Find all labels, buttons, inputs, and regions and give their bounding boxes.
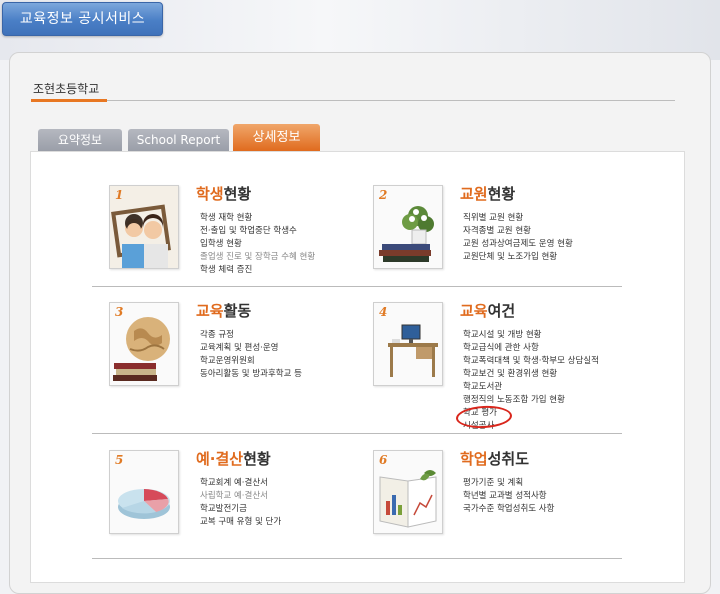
list-item[interactable]: 학교폭력대책 및 학생·학부모 상담실적 — [463, 355, 599, 368]
list-item[interactable]: 학교시설 및 개방 현황 — [463, 329, 599, 342]
list-item[interactable]: 각종 규정 — [200, 329, 302, 342]
section-title-highlight: 교육 — [196, 302, 224, 320]
list-item[interactable]: 학생 재학 현황 — [200, 212, 315, 225]
list-item[interactable]: 학교운영위원회 — [200, 355, 302, 368]
section-list-education-activity: 각종 규정 교육계획 및 편성·운영 학교운영위원회 동아리활동 및 방과후학교… — [200, 329, 302, 381]
globe-icon: 3 — [109, 302, 179, 386]
list-item[interactable]: 전·출입 및 학업중단 학생수 — [200, 225, 315, 238]
service-title-button[interactable]: 교육정보 공시서비스 — [2, 2, 163, 36]
section-number: 4 — [379, 305, 388, 319]
list-item[interactable]: 행정직의 노동조합 가입 현황 — [463, 394, 599, 407]
list-item[interactable]: 교복 구매 유형 및 단가 — [200, 516, 281, 529]
section-number: 5 — [115, 453, 124, 467]
section-title-highlight: 교원 — [460, 185, 488, 203]
book-chart-icon: 6 — [373, 450, 443, 534]
list-item[interactable]: 사립학교 예·결산서 — [200, 490, 281, 503]
section-title-rest: 현황 — [223, 185, 252, 203]
section-title-rest: 성취도 — [487, 450, 530, 468]
section-title-highlight: 교육 — [460, 302, 488, 320]
section-title-education-condition[interactable]: 교육여건 — [460, 300, 515, 321]
list-item[interactable]: 학교회계 예·결산서 — [200, 477, 281, 490]
section-title-teacher[interactable]: 교원현황 — [460, 183, 515, 204]
list-item[interactable]: 학교보건 및 환경위생 현황 — [463, 368, 599, 381]
list-item[interactable]: 시설공사 — [463, 420, 599, 433]
tab-school-report[interactable]: School Report — [128, 129, 229, 151]
section-title-highlight: 예·결산 — [196, 450, 244, 468]
list-item[interactable]: 평가기준 및 계획 — [463, 477, 554, 490]
section-number: 2 — [379, 188, 388, 202]
list-item[interactable]: 교원 성과상여금제도 운영 현황 — [463, 238, 573, 251]
section-title-achievement[interactable]: 학업성취도 — [460, 448, 529, 469]
section-title-student[interactable]: 학생현황 — [196, 183, 251, 204]
tab-details[interactable]: 상세정보 — [233, 124, 320, 151]
section-title-highlight: 학업 — [460, 450, 488, 468]
section-title-education-activity[interactable]: 교육활동 — [196, 300, 251, 321]
section-title-budget[interactable]: 예·결산현황 — [196, 448, 271, 469]
list-item[interactable]: 입학생 현황 — [200, 238, 315, 251]
section-list-teacher: 직위별 교원 현황 자격종별 교원 현황 교원 성과상여금제도 운영 현황 교원… — [463, 212, 573, 264]
tab-summary[interactable]: 요약정보 — [38, 129, 122, 151]
children-photo-icon: 1 — [109, 185, 179, 269]
section-title-rest: 활동 — [223, 302, 252, 320]
list-item[interactable]: 직위별 교원 현황 — [463, 212, 573, 225]
row-divider — [92, 286, 622, 287]
list-item-school-evaluation[interactable]: 학교 평가 — [463, 407, 599, 420]
section-list-student: 학생 재학 현황 전·출입 및 학업중단 학생수 입학생 현황 졸업생 진로 및… — [200, 212, 315, 277]
list-item[interactable]: 자격종별 교원 현황 — [463, 225, 573, 238]
section-list-education-condition: 학교시설 및 개방 현황 학교급식에 관한 사항 학교폭력대책 및 학생·학부모… — [463, 329, 599, 433]
list-item[interactable]: 학교발전기금 — [200, 503, 281, 516]
list-item[interactable]: 동아리활동 및 방과후학교 등 — [200, 368, 302, 381]
section-list-achievement: 평가기준 및 계획 학년별 교과별 성적사항 국가수준 학업성취도 사항 — [463, 477, 554, 516]
section-number: 1 — [115, 188, 124, 202]
list-item[interactable]: 학년별 교과별 성적사항 — [463, 490, 554, 503]
school-name-underline — [31, 99, 675, 102]
list-item[interactable]: 학교급식에 관한 사항 — [463, 342, 599, 355]
section-title-highlight: 학생 — [196, 185, 224, 203]
list-item[interactable]: 교원단체 및 노조가입 현황 — [463, 251, 573, 264]
section-number: 3 — [115, 305, 124, 319]
desk-computer-icon: 4 — [373, 302, 443, 386]
section-number: 6 — [379, 453, 388, 467]
list-item[interactable]: 학교도서관 — [463, 381, 599, 394]
list-item[interactable]: 학생 체력 증진 — [200, 264, 315, 277]
row-divider — [92, 433, 622, 434]
section-list-budget: 학교회계 예·결산서 사립학교 예·결산서 학교발전기금 교복 구매 유형 및 … — [200, 477, 281, 529]
section-title-rest: 현황 — [487, 185, 516, 203]
list-item[interactable]: 졸업생 진로 및 장학금 수혜 현황 — [200, 251, 315, 264]
section-title-rest: 현황 — [243, 450, 271, 468]
row-divider — [92, 558, 622, 559]
list-item[interactable]: 교육계획 및 편성·운영 — [200, 342, 302, 355]
books-plant-icon: 2 — [373, 185, 443, 269]
pie-chart-icon: 5 — [109, 450, 179, 534]
list-item[interactable]: 국가수준 학업성취도 사항 — [463, 503, 554, 516]
school-name: 조현초등학교 — [33, 82, 100, 96]
section-title-rest: 여건 — [487, 302, 516, 320]
